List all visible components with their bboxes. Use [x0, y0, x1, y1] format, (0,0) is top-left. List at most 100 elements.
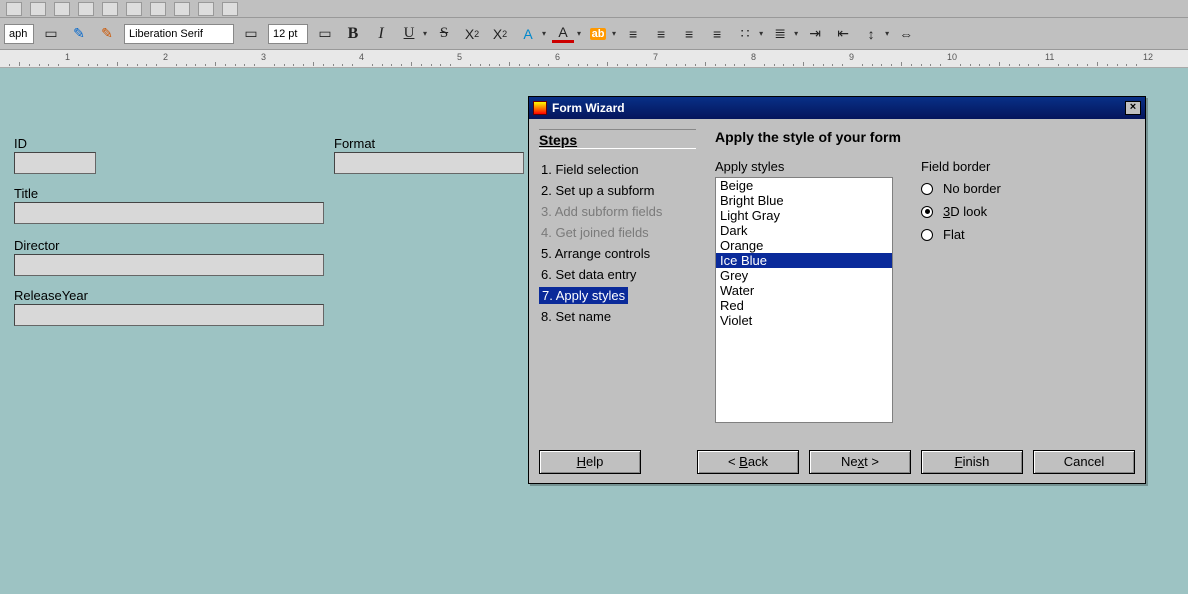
ruler-number: 6	[555, 52, 560, 62]
generic-icon[interactable]	[6, 2, 22, 16]
ruler-number: 4	[359, 52, 364, 62]
finish-button[interactable]: Finish	[921, 450, 1023, 474]
brush2-icon[interactable]: ✎	[96, 23, 118, 45]
wizard-icon	[533, 101, 547, 115]
generic-icon[interactable]	[78, 2, 94, 16]
dialog-titlebar[interactable]: Form Wizard ×	[529, 97, 1145, 119]
align-center-icon[interactable]: ≡	[650, 23, 672, 45]
horizontal-ruler: 123456789101112	[0, 50, 1188, 68]
wizard-step[interactable]: 2. Set up a subform	[539, 180, 696, 201]
field-label-title: Title	[14, 186, 38, 201]
back-button[interactable]: < Back	[697, 450, 799, 474]
steps-pane: Steps 1. Field selection2. Set up a subf…	[529, 119, 707, 439]
wizard-step[interactable]: 1. Field selection	[539, 159, 696, 180]
chevron-down-icon[interactable]: ▾	[542, 29, 546, 38]
bullet-list-icon[interactable]: ∷	[734, 23, 756, 45]
wizard-step[interactable]: 7. Apply styles	[539, 287, 628, 304]
ruler-number: 7	[653, 52, 658, 62]
number-list-icon[interactable]: ≣	[769, 23, 791, 45]
chevron-down-icon[interactable]: ▾	[885, 29, 889, 38]
indent-decrease-icon[interactable]: ⇤	[832, 23, 854, 45]
radio-flat[interactable]: Flat	[921, 223, 1001, 246]
style-option[interactable]: Beige	[716, 178, 892, 193]
generic-icon[interactable]	[54, 2, 70, 16]
toolbar-top-strip	[0, 0, 1188, 18]
wizard-step: 3. Add subform fields	[539, 201, 696, 222]
field-input-title[interactable]	[14, 202, 324, 224]
superscript-button[interactable]: X2	[461, 23, 483, 45]
toolbar-icons-row	[0, 0, 1188, 18]
chevron-down-icon[interactable]: ▾	[423, 29, 427, 38]
wizard-main-pane: Apply the style of your form Apply style…	[707, 119, 1145, 439]
subscript-button[interactable]: X2	[489, 23, 511, 45]
radio-icon	[921, 229, 933, 241]
wizard-step[interactable]: 6. Set data entry	[539, 264, 696, 285]
radio-label: 3D look	[943, 204, 987, 219]
chevron-down-icon[interactable]: ▾	[577, 29, 581, 38]
highlight-icon[interactable]: ab	[587, 23, 609, 45]
wizard-step: 4. Get joined fields	[539, 222, 696, 243]
wizard-step[interactable]: 8. Set name	[539, 306, 696, 327]
strikethrough-button[interactable]: S	[433, 23, 455, 45]
field-input-format[interactable]	[334, 152, 524, 174]
font-size-box[interactable]: 12 pt	[268, 24, 308, 44]
generic-icon[interactable]	[102, 2, 118, 16]
font-name-box[interactable]: Liberation Serif	[124, 24, 234, 44]
cancel-button[interactable]: Cancel	[1033, 450, 1135, 474]
para-spacing-icon[interactable]: ⇔	[895, 23, 917, 45]
line-spacing-icon[interactable]: ↕	[860, 23, 882, 45]
dropdown-icon[interactable]: ▭	[40, 23, 62, 45]
generic-icon[interactable]	[30, 2, 46, 16]
underline-button[interactable]: U	[398, 23, 420, 45]
field-input-releaseyear[interactable]	[14, 304, 324, 326]
chevron-down-icon[interactable]: ▾	[612, 29, 616, 38]
paragraph-style-box[interactable]: aph	[4, 24, 34, 44]
style-listbox[interactable]: BeigeBright BlueLight GrayDarkOrangeIce …	[715, 177, 893, 423]
generic-icon[interactable]	[198, 2, 214, 16]
generic-icon[interactable]	[126, 2, 142, 16]
radio-no-border[interactable]: No border	[921, 177, 1001, 200]
style-option[interactable]: Dark	[716, 223, 892, 238]
ruler-number: 11	[1045, 52, 1054, 62]
style-option[interactable]: Orange	[716, 238, 892, 253]
font-color-icon[interactable]: A	[552, 25, 574, 43]
dropdown-icon[interactable]: ▭	[314, 23, 336, 45]
generic-icon[interactable]	[222, 2, 238, 16]
wizard-step[interactable]: 5. Arrange controls	[539, 243, 696, 264]
chevron-down-icon[interactable]: ▾	[759, 29, 763, 38]
dropdown-icon[interactable]: ▭	[240, 23, 262, 45]
align-justify-icon[interactable]: ≡	[706, 23, 728, 45]
generic-icon[interactable]	[174, 2, 190, 16]
formatting-toolbar: aph ▭ ✎ ✎ Liberation Serif ▭ 12 pt ▭ B I…	[0, 18, 1188, 50]
ruler-number: 12	[1143, 52, 1153, 62]
close-button[interactable]: ×	[1125, 101, 1141, 115]
align-left-icon[interactable]: ≡	[622, 23, 644, 45]
field-input-id[interactable]	[14, 152, 96, 174]
radio-3d-look[interactable]: 3D look	[921, 200, 1001, 223]
ruler-number: 8	[751, 52, 756, 62]
indent-increase-icon[interactable]: ⇥	[804, 23, 826, 45]
radio-label: No border	[943, 181, 1001, 196]
style-option[interactable]: Ice Blue	[716, 253, 892, 268]
steps-heading: Steps	[539, 129, 696, 149]
field-label-director: Director	[14, 238, 60, 253]
generic-icon[interactable]	[150, 2, 166, 16]
wizard-page-heading: Apply the style of your form	[715, 129, 1133, 145]
align-right-icon[interactable]: ≡	[678, 23, 700, 45]
style-option[interactable]: Bright Blue	[716, 193, 892, 208]
field-input-director[interactable]	[14, 254, 324, 276]
italic-button[interactable]: I	[370, 23, 392, 45]
next-button[interactable]: Next >	[809, 450, 911, 474]
style-option[interactable]: Violet	[716, 313, 892, 328]
bold-button[interactable]: B	[342, 23, 364, 45]
style-option[interactable]: Water	[716, 283, 892, 298]
help-button[interactable]: Help	[539, 450, 641, 474]
ruler-number: 3	[261, 52, 266, 62]
style-option[interactable]: Grey	[716, 268, 892, 283]
field-label-format: Format	[334, 136, 375, 151]
style-option[interactable]: Light Gray	[716, 208, 892, 223]
style-option[interactable]: Red	[716, 298, 892, 313]
chevron-down-icon[interactable]: ▾	[794, 29, 798, 38]
brush-icon[interactable]: ✎	[68, 23, 90, 45]
font-effects-icon[interactable]: A	[517, 23, 539, 45]
